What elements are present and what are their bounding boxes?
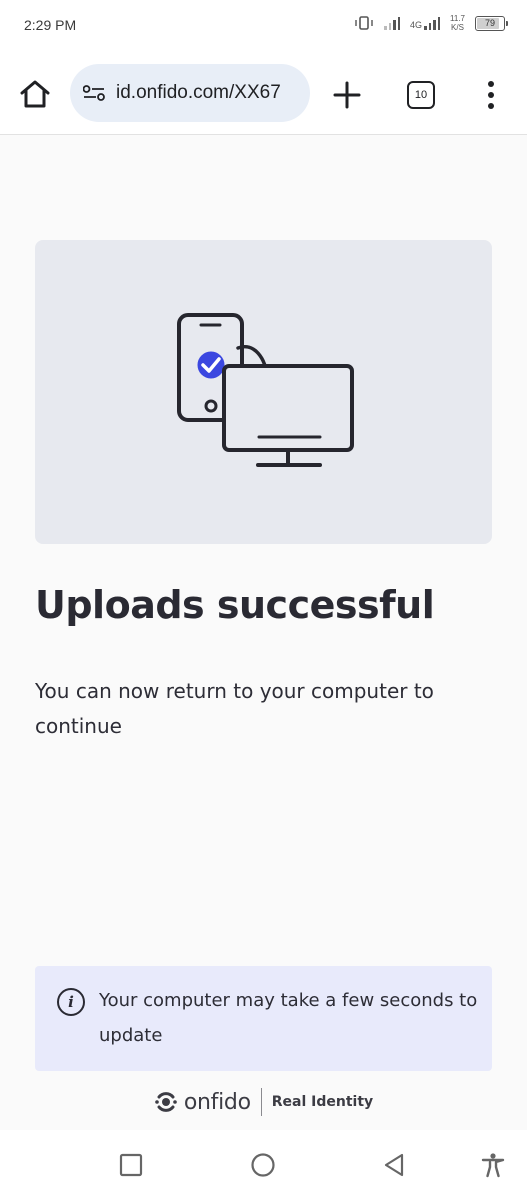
brand-divider <box>260 1088 262 1116</box>
plus-icon[interactable] <box>333 81 361 109</box>
mobile-data-icon: 4G <box>410 16 441 30</box>
network-speed-value: 11.7 <box>450 14 465 23</box>
brand-footer: onfido Real Identity <box>0 1088 527 1116</box>
site-settings-icon[interactable] <box>83 85 105 101</box>
page-subtitle: You can now return to your computer to c… <box>35 679 434 738</box>
status-icons: 4G 11.7 K/S 79 <box>354 14 508 32</box>
network-speed-unit: K/S <box>451 23 464 32</box>
info-text: Your computer may take a few seconds to … <box>99 990 478 1046</box>
status-bar: 2:29 PM 4G 11.7 K/S 79 <box>0 0 527 52</box>
onfido-logo: onfido <box>154 1090 251 1115</box>
address-bar[interactable]: id.onfido.com/XX67 <box>70 64 310 122</box>
battery-level: 79 <box>484 18 495 28</box>
onfido-logo-icon <box>155 1092 177 1112</box>
accessibility-icon[interactable] <box>480 1152 506 1178</box>
tab-switcher-icon[interactable]: 10 <box>407 81 435 109</box>
tab-count: 10 <box>414 89 428 101</box>
browser-toolbar: id.onfido.com/XX67 10 <box>0 52 527 135</box>
network-speed: 11.7 K/S <box>450 14 465 32</box>
home-circle-icon[interactable] <box>250 1152 276 1178</box>
illustration-card <box>35 240 492 544</box>
brand-name: onfido <box>183 1089 251 1115</box>
url-text[interactable]: id.onfido.com/XX67 <box>116 82 281 104</box>
recents-square-icon[interactable] <box>118 1152 144 1178</box>
phone-to-computer-icon <box>176 313 354 467</box>
system-navigation-bar <box>0 1130 527 1200</box>
back-triangle-icon[interactable] <box>381 1152 407 1178</box>
info-icon: i <box>57 988 85 1016</box>
home-icon[interactable] <box>18 79 52 109</box>
vibrate-icon <box>355 16 373 30</box>
network-type: 4G <box>410 20 423 30</box>
info-banner: i Your computer may take a few seconds t… <box>35 966 492 1071</box>
signal-strength-icon <box>384 16 400 30</box>
battery-icon: 79 <box>475 15 508 31</box>
page-title: Uploads successful <box>35 583 435 627</box>
status-time: 2:29 PM <box>24 17 77 33</box>
more-vert-icon[interactable] <box>478 78 504 112</box>
brand-tagline: Real Identity <box>271 1094 374 1110</box>
